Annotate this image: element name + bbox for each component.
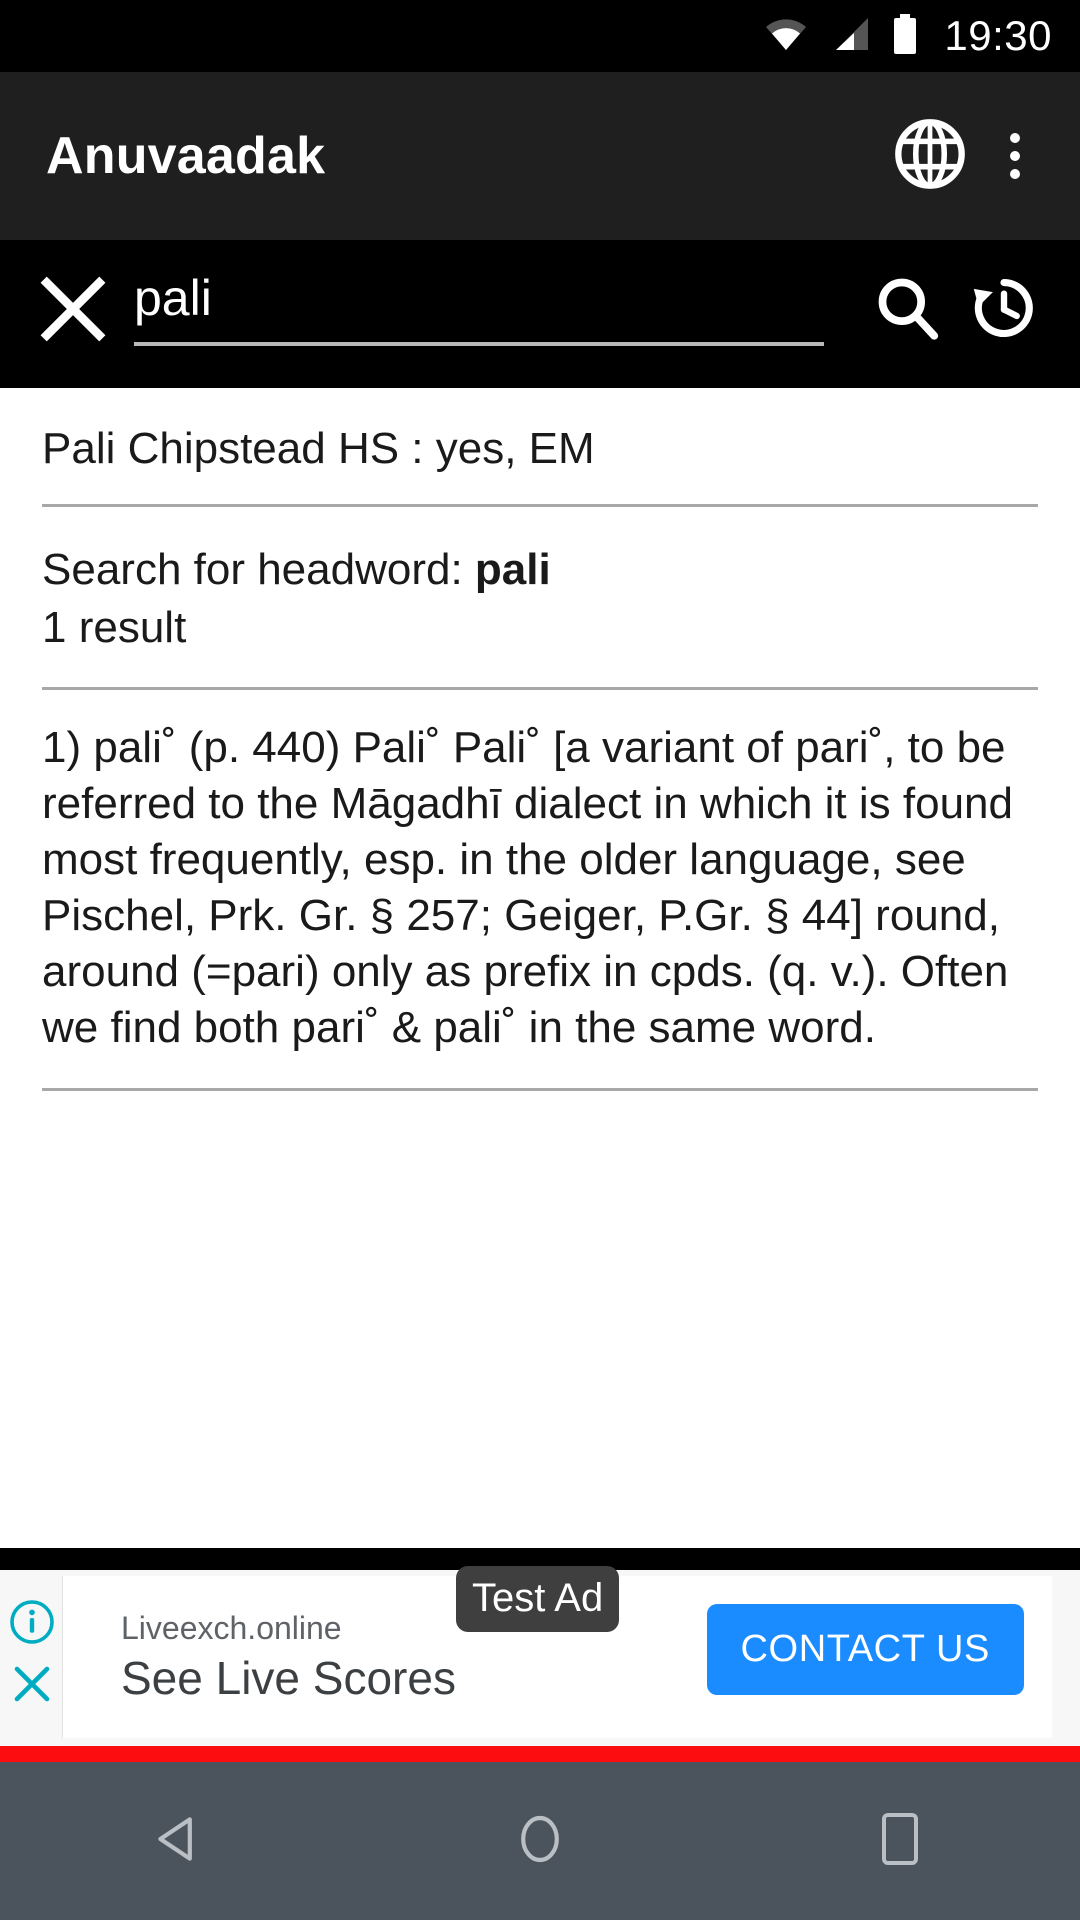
status-bar-clock: 19:30 <box>944 12 1052 59</box>
result-count-label: 1 result <box>42 603 187 652</box>
history-icon <box>969 273 1039 348</box>
menu-dot <box>1010 151 1020 161</box>
menu-dot <box>1010 133 1020 143</box>
search-bar <box>0 240 1080 388</box>
language-globe-icon <box>892 116 968 197</box>
clear-search-button[interactable] <box>28 266 118 356</box>
circle-icon <box>514 1811 566 1872</box>
search-history-button[interactable] <box>956 262 1052 358</box>
search-button[interactable] <box>860 262 956 358</box>
system-navigation-bar <box>0 1762 1080 1920</box>
divider <box>42 1088 1038 1091</box>
ad-badges <box>8 1598 56 1708</box>
info-icon[interactable] <box>8 1598 56 1646</box>
ad-bottom-rule <box>0 1746 1080 1762</box>
ad-banner[interactable]: Liveexch.online See Live Scores CONTACT … <box>0 1566 1080 1746</box>
ad-advertiser-label: Liveexch.online <box>121 1610 342 1646</box>
cellular-signal-icon <box>830 17 870 56</box>
search-input[interactable] <box>134 266 850 338</box>
home-button[interactable] <box>460 1786 620 1896</box>
app-bar: Anuvaadak <box>0 72 1080 240</box>
battery-icon <box>892 13 918 59</box>
overflow-menu-icon <box>1010 129 1020 183</box>
back-button[interactable] <box>100 1786 260 1896</box>
overflow-menu-button[interactable] <box>978 108 1052 204</box>
ad-headline-label: See Live Scores <box>121 1652 456 1704</box>
phone-screen: 19:30 Anuvaadak pali Pali Chipstead HS:… <box>0 0 1080 1920</box>
app-title: Anuvaadak <box>46 127 326 185</box>
close-icon <box>38 274 108 349</box>
triangle-left-icon <box>152 1811 208 1872</box>
square-icon <box>878 1811 922 1872</box>
wifi-icon <box>764 17 808 56</box>
ad-cta-button[interactable]: CONTACT US <box>706 1604 1024 1695</box>
search-headword-row: Search for headword: pali <box>42 541 1038 599</box>
status-bar-icons <box>764 13 918 59</box>
definition-entry[interactable]: 1) pali˚ (p. 440) Pali˚ Pali˚ [a variant… <box>40 690 1040 1088</box>
ad-close-icon[interactable] <box>8 1660 56 1708</box>
search-input-underline <box>134 342 824 346</box>
search-summary-block: Search for headword: pali 1 result <box>40 507 1040 687</box>
ad-text-block: Liveexch.online See Live Scores <box>121 1608 456 1706</box>
dictionary-info-line: Pali Chipstead HS : yes, EM <box>42 424 595 473</box>
search-field-wrapper <box>134 266 850 366</box>
language-globe-button[interactable] <box>882 108 978 204</box>
headword-value: pali <box>474 545 551 594</box>
ad-test-badge: Test Ad <box>456 1566 620 1632</box>
status-bar: 19:30 <box>0 0 1080 72</box>
search-icon <box>874 274 942 347</box>
search-prefix-label: Search for headword: <box>42 545 475 594</box>
recents-button[interactable] <box>820 1786 980 1896</box>
results-content: Pali Chipstead HS : yes, EM Search for h… <box>0 388 1080 1548</box>
menu-dot <box>1010 169 1020 179</box>
